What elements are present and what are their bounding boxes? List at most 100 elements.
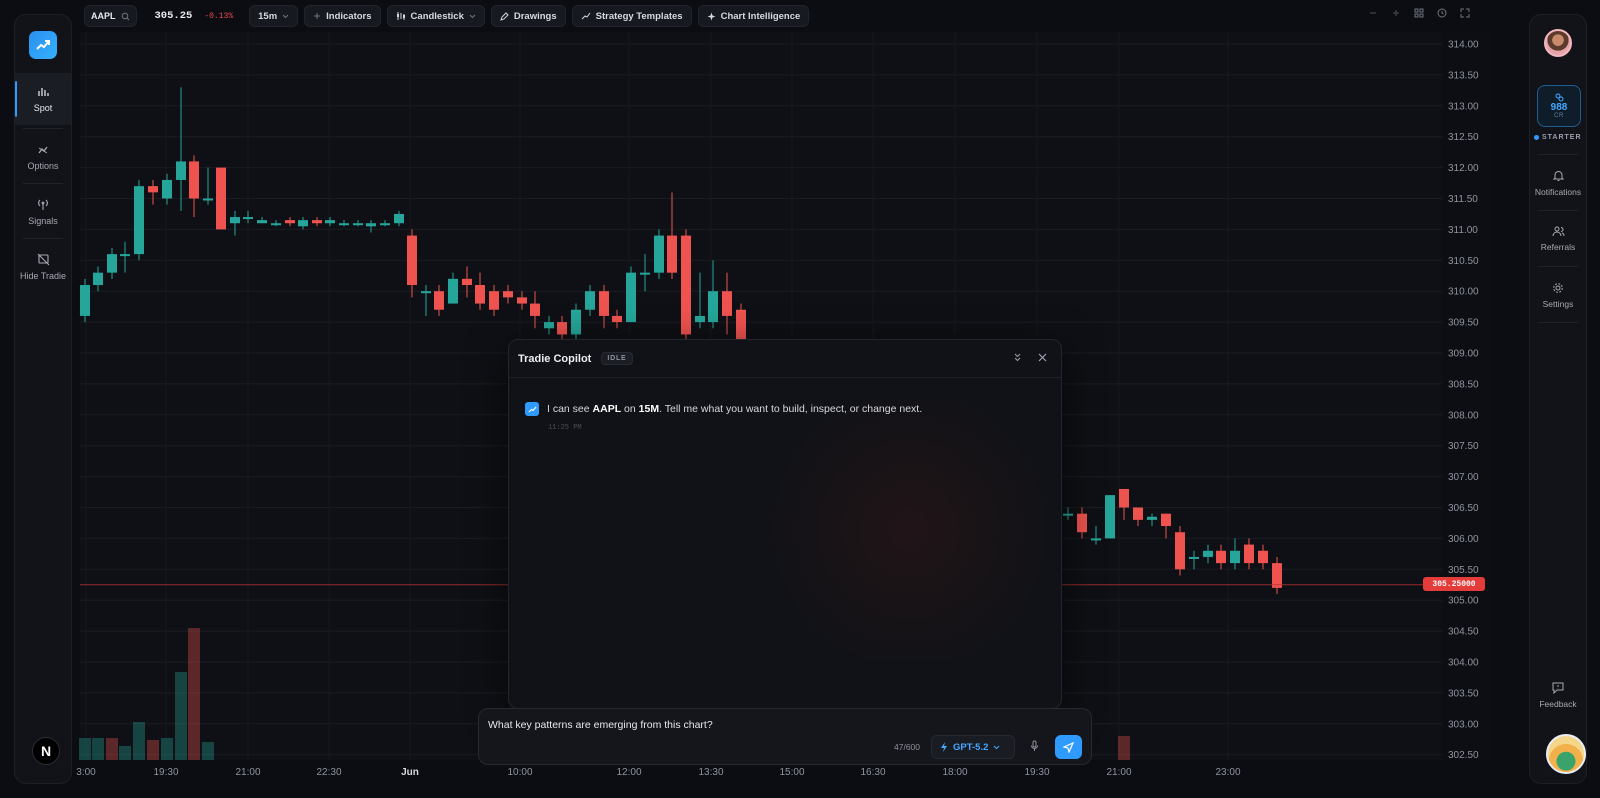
send-button[interactable] xyxy=(1055,735,1082,759)
send-icon xyxy=(1063,741,1074,753)
time-tick: 23:00 xyxy=(1215,767,1240,778)
nav-notifications-label: Notifications xyxy=(1534,186,1582,197)
copilot-header: Tradie Copilot IDLE xyxy=(509,340,1061,378)
time-tick: 21:00 xyxy=(235,767,260,778)
model-label: GPT-5.2 xyxy=(953,741,989,753)
divider xyxy=(23,128,63,129)
interval-select[interactable]: 15m xyxy=(249,5,299,27)
bell-icon xyxy=(1552,170,1564,181)
volume-bar xyxy=(188,628,200,760)
minus-icon[interactable] xyxy=(1368,8,1378,18)
candle-body xyxy=(203,198,213,201)
sparkle-icon xyxy=(707,12,716,20)
nav-options[interactable]: Options xyxy=(15,131,71,183)
chart-type-button[interactable]: Candlestick xyxy=(386,5,485,27)
time-tick: 13:30 xyxy=(698,767,723,778)
credits-badge[interactable]: 988 CR xyxy=(1537,85,1581,127)
candle-body xyxy=(1244,544,1254,564)
user-avatar[interactable] xyxy=(1544,29,1572,57)
nav-options-label: Options xyxy=(27,160,59,171)
volume-bar xyxy=(161,738,173,760)
time-tick: 16:30 xyxy=(860,767,885,778)
candle-body xyxy=(722,291,732,316)
price-tick: 306.50 xyxy=(1448,503,1479,514)
candle-body xyxy=(667,235,677,273)
signal-icon xyxy=(38,199,48,210)
plan-dot xyxy=(1534,135,1539,140)
time-tick: Jun xyxy=(401,767,419,778)
promo-badge[interactable] xyxy=(1546,734,1586,774)
users-icon xyxy=(1552,226,1564,237)
candlestick-icon xyxy=(396,12,405,20)
next-badge[interactable]: N xyxy=(32,737,60,765)
search-icon xyxy=(121,12,129,20)
indicators-button[interactable]: Indicators xyxy=(304,5,381,27)
close-icon[interactable] xyxy=(1038,353,1047,362)
candle-body xyxy=(380,223,390,226)
candle-body xyxy=(462,278,472,286)
time-tick: 15:00 xyxy=(779,767,804,778)
price-tick: 308.00 xyxy=(1448,410,1479,421)
volume-bar xyxy=(92,738,104,760)
candle-body xyxy=(1063,513,1073,516)
nav-referrals-label: Referrals xyxy=(1540,242,1576,252)
grid-icon[interactable] xyxy=(1414,8,1424,18)
drawings-label: Drawings xyxy=(513,10,557,22)
bolt-icon xyxy=(941,742,947,752)
nav-hide-tradie[interactable]: Hide Tradie xyxy=(15,241,71,293)
collapse-icon[interactable] xyxy=(1013,353,1022,362)
candle-body xyxy=(366,223,376,227)
candle-body xyxy=(189,161,199,199)
candle-body xyxy=(640,272,650,275)
price-tick: 303.50 xyxy=(1448,688,1479,699)
candle-body xyxy=(612,315,622,323)
candle-body xyxy=(503,291,513,298)
chat-input[interactable] xyxy=(488,719,1008,731)
nav-signals[interactable]: Signals xyxy=(15,186,71,238)
candle-body xyxy=(544,322,554,329)
copilot-panel: Tradie Copilot IDLE I can see AAPL on 15… xyxy=(508,339,1062,709)
options-icon xyxy=(38,146,48,153)
credits-value: 988 xyxy=(1550,102,1568,113)
volume-bar xyxy=(106,738,118,760)
chart-intelligence-button[interactable]: Chart Intelligence xyxy=(697,5,810,27)
candle-body xyxy=(708,291,718,323)
expand-icon[interactable] xyxy=(1460,8,1470,18)
price-tick: 309.50 xyxy=(1448,318,1479,329)
candle-body xyxy=(134,186,144,255)
drawings-button[interactable]: Drawings xyxy=(490,5,566,27)
nav-spot[interactable]: Spot xyxy=(15,73,71,125)
chart-tools xyxy=(1368,8,1470,18)
app-logo[interactable] xyxy=(29,31,57,59)
plus-icon[interactable] xyxy=(1391,8,1401,18)
clock-icon[interactable] xyxy=(1437,8,1447,18)
price-tick: 305.00 xyxy=(1448,596,1479,607)
candle-body xyxy=(1175,532,1185,570)
candle-body xyxy=(1147,516,1157,520)
copilot-title: Tradie Copilot xyxy=(518,352,592,365)
symbol-search[interactable]: AAPL xyxy=(84,5,137,27)
candle-body xyxy=(353,223,363,226)
candle-body xyxy=(407,235,417,286)
candle-body xyxy=(176,161,186,180)
nav-referrals[interactable]: Referrals xyxy=(1530,213,1586,265)
copilot-actions xyxy=(1013,353,1047,362)
candle-body xyxy=(1258,550,1268,564)
strategy-templates-button[interactable]: Strategy Templates xyxy=(571,5,692,27)
trend-up-icon xyxy=(528,406,536,412)
candle-body xyxy=(681,235,691,335)
right-sidebar: 988 CR STARTER Notifications Referrals S… xyxy=(1529,14,1587,784)
message-timestamp: 11:25 PM xyxy=(548,424,582,432)
nav-settings[interactable]: Settings xyxy=(1530,269,1586,321)
candle-body xyxy=(107,254,117,273)
plan-label: STARTER xyxy=(1542,134,1582,141)
model-select[interactable]: GPT-5.2 xyxy=(931,735,1015,759)
microphone-icon[interactable] xyxy=(1030,740,1039,752)
divider xyxy=(1538,154,1578,155)
feedback-button[interactable]: Feedback xyxy=(1530,669,1586,721)
left-sidebar: Spot Options Signals Hide Tradie N xyxy=(14,14,72,784)
nav-notifications[interactable]: Notifications xyxy=(1530,157,1586,209)
candle-body xyxy=(1272,563,1282,588)
trend-icon xyxy=(581,12,591,20)
candle-body xyxy=(1119,488,1129,508)
